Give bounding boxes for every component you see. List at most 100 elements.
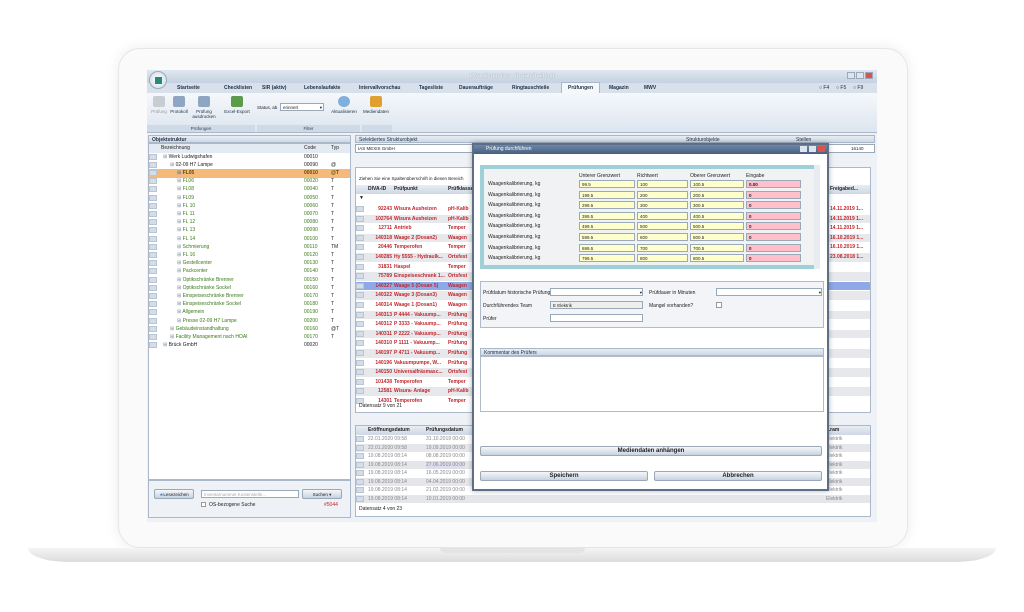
dialog-maximize-button[interactable] xyxy=(809,146,816,152)
app-orb-icon[interactable] xyxy=(149,71,167,89)
protokoll-button[interactable]: Protokoll xyxy=(169,96,189,114)
tab-10[interactable]: MWV xyxy=(644,83,656,93)
search-button[interactable]: Suchen ▾ xyxy=(302,489,342,499)
ribbon-tabs: Startseite Checklisten SIR (aktiv) Lebensla… xyxy=(147,82,877,93)
measurement-row: Waagenkalibrierung, kg 599.5 600 600.5 0 xyxy=(484,233,816,242)
tab-5[interactable]: Tagesliste xyxy=(419,83,443,93)
minimize-button[interactable] xyxy=(847,72,855,79)
objektstruktur-header: Objektstruktur xyxy=(148,135,351,143)
input-value[interactable]: 0 xyxy=(746,190,801,199)
maximize-button[interactable] xyxy=(856,72,864,79)
pruefung-form: Prüfdatum historische Prüfung ▾ Prüfdaue… xyxy=(480,281,824,328)
refresh-icon xyxy=(338,96,350,107)
app-window: Diva Dynamics - Instandhaltung Startseit… xyxy=(147,70,877,522)
status-select[interactable]: erinnert ▾ xyxy=(280,103,324,111)
tab-8[interactable]: Prüfungen xyxy=(561,82,600,93)
laptop-notch xyxy=(440,548,585,553)
dialog-close-button[interactable] xyxy=(818,146,825,152)
upper-limit: 700.5 xyxy=(690,243,744,252)
save-button[interactable]: Speichern xyxy=(480,471,648,481)
selected-object-header: Selektiertes Strukturobjekt Strukturobjek… xyxy=(355,135,875,143)
tab-3[interactable]: Lebenslaufakte xyxy=(304,83,340,93)
dialog-title-bar: Prüfung durchführen xyxy=(474,145,827,154)
mediendaten-button[interactable]: Mediendaten xyxy=(362,96,390,114)
comment-textarea[interactable] xyxy=(480,356,824,412)
print-pruefung-button[interactable]: Prüfung ausdrucken xyxy=(192,96,216,119)
lower-limit: 599.5 xyxy=(579,233,635,241)
upper-limit: 800.5 xyxy=(690,254,744,263)
fkey-F9[interactable]: ○ F9 xyxy=(853,83,863,93)
tab-1[interactable]: Checklisten xyxy=(224,83,252,93)
measurement-row: Waagenkalibrierung, kg 799.5 800 800.5 0 xyxy=(484,254,816,263)
upper-limit: 300.5 xyxy=(690,201,744,210)
group-filter: Filter xyxy=(257,125,360,132)
tab-4[interactable]: Intervallvorschau xyxy=(359,83,400,93)
upper-limit: 200.5 xyxy=(690,190,744,199)
tab-0[interactable]: Startseite xyxy=(177,83,200,93)
tab-7[interactable]: Ringtauschteile xyxy=(512,83,549,93)
input-value[interactable]: 0 xyxy=(746,233,801,241)
window-title: Diva Dynamics - Instandhaltung xyxy=(469,73,555,79)
target-value: 100 xyxy=(637,180,688,188)
fkey-F4[interactable]: ○ F4 xyxy=(819,83,829,93)
dialog-minimize-button[interactable] xyxy=(800,146,807,152)
input-value[interactable]: 0 xyxy=(746,243,801,252)
search-input[interactable]: Inventarnummer,Kostenstelle... xyxy=(201,490,299,498)
target-value: 700 xyxy=(637,243,688,252)
os-search-checkbox[interactable] xyxy=(201,502,206,507)
bookmarks-button[interactable]: ★Lesezeichen xyxy=(154,489,194,499)
check-icon xyxy=(153,96,165,107)
image-icon xyxy=(370,96,382,107)
tree-header: Bezeichnung Code Typ xyxy=(149,144,350,153)
lower-limit: 99.5 xyxy=(579,180,635,188)
status-label: Status, ab xyxy=(257,105,278,110)
pruefung-button[interactable]: Prüfung xyxy=(149,96,169,114)
printer-icon xyxy=(173,96,185,107)
measurement-row: Waagenkalibrierung, kg 499.5 500 500.5 0 xyxy=(484,222,816,231)
input-value[interactable]: 0 xyxy=(746,254,801,263)
group-hint: Ziehen Sie eine Spaltenüberschrift in di… xyxy=(359,176,464,181)
inspector-input[interactable] xyxy=(550,314,643,322)
upper-limit: 500.5 xyxy=(690,222,744,231)
lower-limit: 399.5 xyxy=(579,211,635,220)
input-value[interactable]: 0.00 xyxy=(746,180,801,188)
aktualisieren-button[interactable]: Aktualisieren xyxy=(329,96,359,114)
hist-date-select[interactable]: ▾ xyxy=(550,288,643,296)
lower-limit: 699.5 xyxy=(579,243,635,252)
filter-icon: ▼ xyxy=(359,195,364,201)
excel-icon xyxy=(231,96,243,107)
input-value[interactable]: 0 xyxy=(746,211,801,220)
object-tree: Bezeichnung Code Typ ⊞ Werk Ludwigshafen… xyxy=(148,143,351,480)
history-row[interactable]: 19.08.2019 08:14 10.01.2019 00:00 Elektrik xyxy=(356,494,870,503)
excel-export-button[interactable]: Excel-Export xyxy=(222,96,252,114)
tree-item[interactable]: ⊞ Brück GmbH 00020 xyxy=(149,341,350,350)
close-button[interactable] xyxy=(865,72,873,79)
lower-limit: 199.5 xyxy=(579,190,635,199)
measurement-scrollbar[interactable] xyxy=(814,165,820,269)
comment-header: Kommentar des Prüfers xyxy=(480,348,824,356)
tab-6[interactable]: Daueraufträge xyxy=(459,83,493,93)
measurement-row: Waagenkalibrierung, kg 299.5 300 300.5 0 xyxy=(484,201,816,210)
group-pruefungen: Prüfungen xyxy=(147,125,255,132)
target-value: 200 xyxy=(637,190,688,199)
input-value[interactable]: 0 xyxy=(746,222,801,231)
defects-checkbox[interactable] xyxy=(716,302,722,308)
upper-limit: 600.5 xyxy=(690,233,744,241)
grid-footer: Datensatz 9 von 21 xyxy=(359,403,403,409)
title-bar: Diva Dynamics - Instandhaltung xyxy=(147,70,877,89)
duration-select[interactable]: ▾ xyxy=(716,288,822,296)
upper-limit: 400.5 xyxy=(690,211,744,220)
input-value[interactable]: 0 xyxy=(746,201,801,210)
tab-9[interactable]: Magazin xyxy=(609,83,629,93)
attach-media-button[interactable]: Mediendaten anhängen xyxy=(480,446,822,456)
target-value: 800 xyxy=(637,254,688,263)
history-footer: Datensatz 4 von 23 xyxy=(359,506,403,512)
ribbon: Prüfung Protokoll Prüfung ausdrucken Exc… xyxy=(147,93,877,133)
lower-limit: 299.5 xyxy=(579,201,635,210)
measurement-row: Waagenkalibrierung, kg 399.5 400 400.5 0 xyxy=(484,211,816,221)
cancel-button[interactable]: Abbrechen xyxy=(654,471,822,481)
fkey-F5[interactable]: ○ F5 xyxy=(836,83,846,93)
tab-2[interactable]: SIR (aktiv) xyxy=(262,83,286,93)
target-value: 300 xyxy=(637,201,688,210)
team-select[interactable]: E Elektrik xyxy=(550,301,643,309)
